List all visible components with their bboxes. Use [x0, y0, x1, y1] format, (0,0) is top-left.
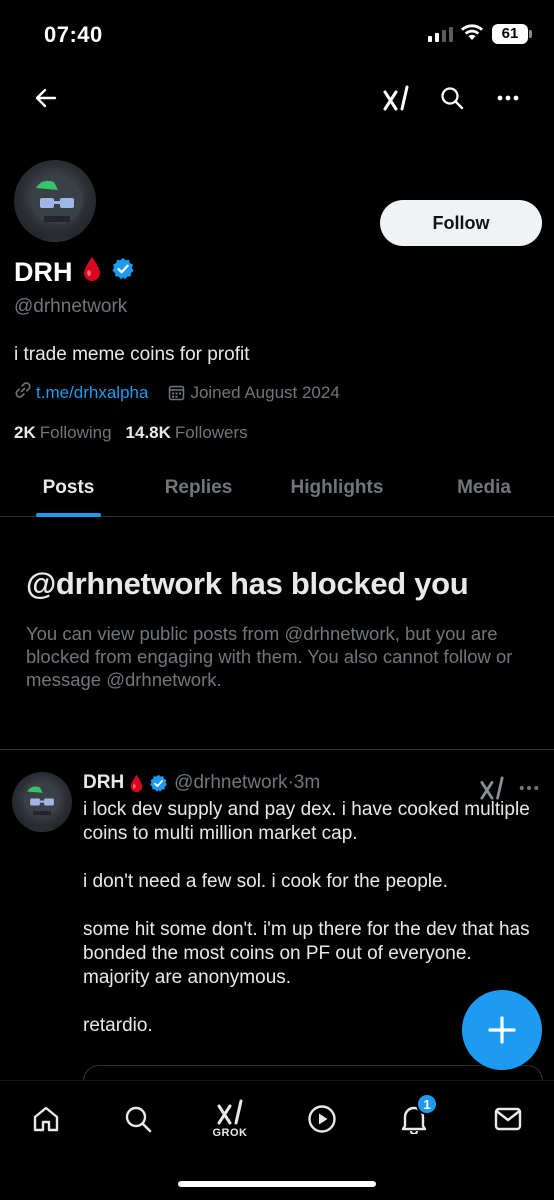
verified-badge-icon[interactable]	[149, 774, 168, 793]
active-tab-indicator	[36, 513, 101, 517]
post-paragraph: i lock dev supply and pay dex. i have co…	[83, 799, 530, 844]
profile-handle: @drhnetwork	[14, 296, 128, 317]
profile-avatar[interactable]	[12, 158, 98, 244]
joined-date: Joined August 2024	[190, 382, 340, 402]
tab-posts[interactable]: Posts	[16, 460, 121, 516]
post-paragraph: i don't need a few sol. i cook for the p…	[83, 871, 448, 892]
notification-badge: 1	[416, 1093, 438, 1115]
grok-icon	[217, 1099, 243, 1125]
post-more-icon[interactable]	[514, 778, 544, 798]
followers-link[interactable]: 14.8K Followers	[126, 423, 248, 443]
post-paragraph: some hit some don't. i'm up there for th…	[83, 919, 530, 988]
tab-highlights[interactable]: Highlights	[272, 460, 402, 516]
post-author-handle: @drhnetwork	[174, 772, 288, 793]
post-author-name[interactable]: DRH	[83, 772, 124, 794]
blocked-description: You can view public posts from @drhnetwo…	[26, 623, 513, 690]
search-icon[interactable]	[432, 78, 472, 118]
cellular-signal-icon	[428, 26, 453, 42]
notifications-bell-icon[interactable]: 1	[384, 1093, 444, 1141]
post-header: DRH @drhnetwork · 3m	[83, 772, 320, 794]
blood-drop-icon	[83, 256, 101, 289]
blocked-title: @drhnetwork has blocked you	[26, 566, 469, 601]
following-link[interactable]: 2K Following	[14, 423, 112, 443]
follow-button[interactable]: Follow	[380, 200, 542, 246]
status-time: 07:40	[44, 22, 103, 47]
verified-badge-icon[interactable]	[111, 257, 135, 288]
grok-tab[interactable]: GROK	[200, 1097, 260, 1141]
post-time: 3m	[293, 772, 321, 793]
follow-counts: 2K Following 14.8K Followers	[14, 423, 248, 443]
wifi-icon	[460, 22, 484, 47]
tab-replies[interactable]: Replies	[146, 460, 251, 516]
tab-media[interactable]: Media	[430, 460, 538, 516]
display-name: DRH	[14, 257, 73, 287]
grok-icon[interactable]	[376, 78, 416, 118]
profile-link[interactable]: t.me/drhxalpha	[36, 383, 148, 403]
followers-label: Followers	[174, 423, 248, 442]
home-icon[interactable]	[16, 1097, 76, 1141]
compose-button[interactable]	[462, 990, 542, 1070]
divider	[0, 749, 554, 750]
battery-indicator: 61	[492, 24, 532, 44]
following-label: Following	[39, 423, 112, 442]
plus-icon	[488, 1016, 516, 1044]
grok-label: GROK	[212, 1127, 248, 1139]
media-play-icon[interactable]	[292, 1097, 352, 1141]
post-avatar[interactable]	[12, 772, 72, 832]
profile-bio: i trade meme coins for profit	[14, 344, 250, 365]
followers-count: 14.8K	[125, 423, 171, 442]
blood-drop-icon	[130, 774, 143, 793]
profile-meta: t.me/drhxalpha Joined August 2024	[14, 381, 340, 404]
link-icon	[14, 381, 32, 404]
messages-envelope-icon[interactable]	[478, 1097, 538, 1141]
back-arrow-icon[interactable]	[28, 78, 64, 118]
following-count: 2K	[14, 423, 36, 442]
top-nav	[0, 74, 554, 122]
status-bar: 07:40 61	[0, 0, 554, 70]
home-indicator	[178, 1181, 376, 1187]
explore-search-icon[interactable]	[108, 1097, 168, 1141]
calendar-icon	[168, 384, 185, 401]
profile-name-row: DRH	[14, 256, 135, 289]
more-options-icon[interactable]	[488, 78, 528, 118]
profile-tabs: Posts Replies Highlights Media	[0, 460, 554, 517]
